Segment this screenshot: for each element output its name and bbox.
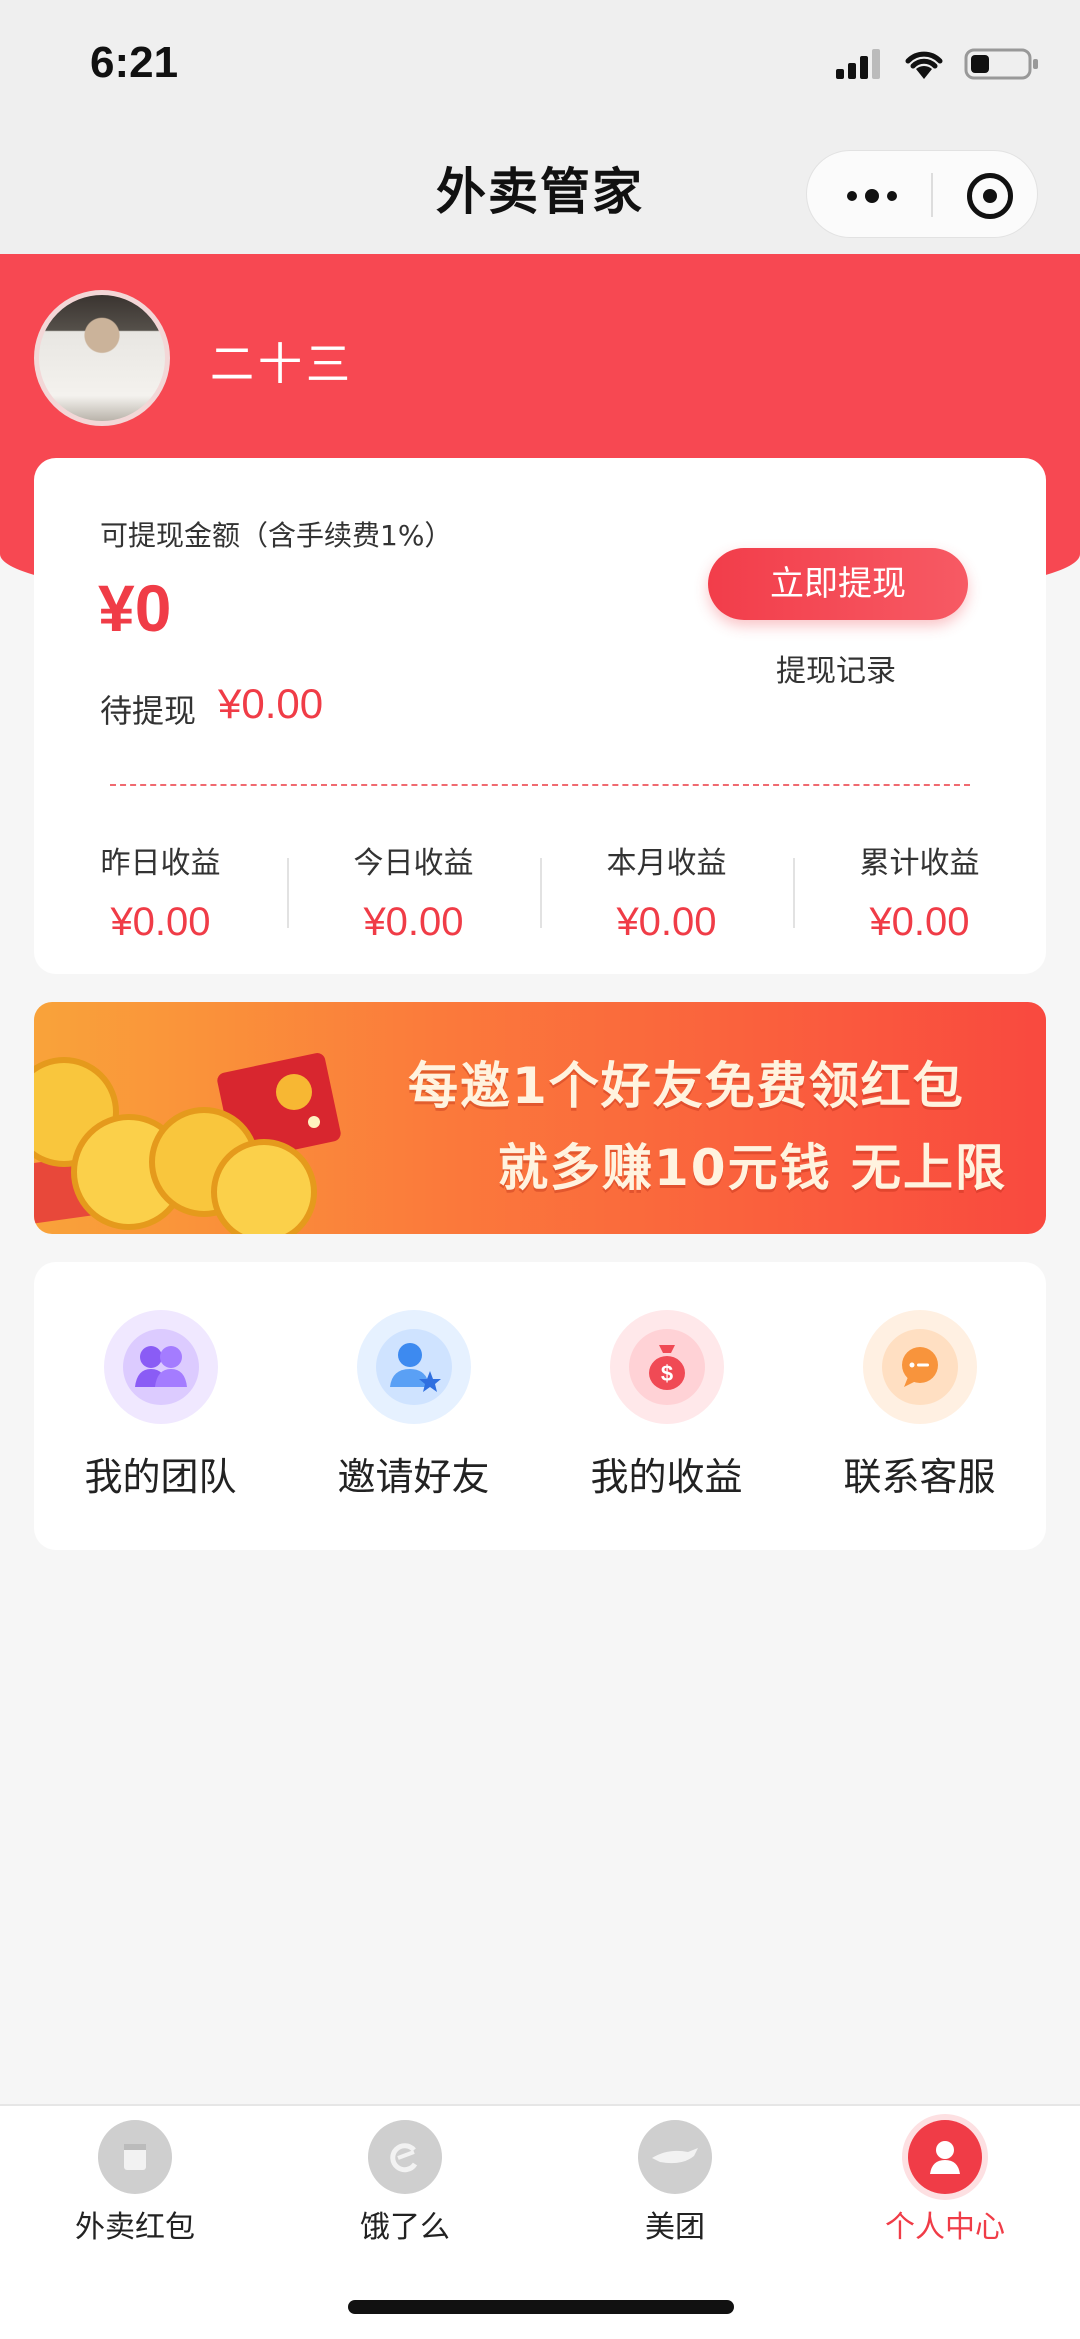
stat-value: ¥0.00 — [616, 900, 717, 944]
tab-label: 个人中心 — [885, 2210, 1005, 2245]
withdrawable-label: 可提现金额（含手续费1%） — [100, 519, 453, 552]
eleme-icon — [368, 2120, 442, 2194]
banner-headline: 每邀1个好友免费领红包 — [408, 1057, 965, 1115]
wifi-icon — [905, 51, 943, 79]
status-time: 6:21 — [90, 38, 179, 87]
tab-label: 饿了么 — [360, 2210, 450, 2245]
withdrawable-amount: ¥0 — [98, 571, 172, 645]
stat-today: 今日收益 ¥0.00 — [287, 838, 540, 958]
stat-value: ¥0.00 — [869, 900, 970, 944]
svg-text:$: $ — [660, 1361, 672, 1386]
status-bar: 6:21 — [0, 0, 1080, 130]
stat-label: 昨日收益 — [100, 846, 221, 881]
stat-month: 本月收益 ¥0.00 — [540, 838, 793, 958]
nav-bar: 外卖管家 — [0, 130, 1080, 254]
capsule-divider — [931, 173, 933, 217]
stat-value: ¥0.00 — [363, 900, 464, 944]
profile-icon — [908, 2120, 982, 2194]
close-mini-program-icon[interactable] — [967, 173, 1013, 219]
stat-label: 今日收益 — [353, 846, 474, 881]
tab-waimai-hongbao[interactable]: 外卖红包 — [0, 2106, 270, 2339]
stat-label: 本月收益 — [606, 846, 727, 881]
stat-value: ¥0.00 — [110, 900, 211, 944]
menu-label: 邀请好友 — [337, 1455, 490, 1499]
dashed-divider — [110, 784, 970, 786]
money-bag-icon: $ — [609, 1310, 724, 1424]
balance-card: 可提现金额（含手续费1%） ¥0 待提现 ¥0.00 立即提现 提现记录 昨日收… — [34, 458, 1046, 974]
feature-menu: 我的团队 邀请好友 $ 我的收益 联系客服 — [34, 1262, 1046, 1550]
banner-subline: 就多赚10元钱 无上限 — [498, 1139, 1007, 1197]
menu-item-team[interactable]: 我的团队 — [34, 1262, 287, 1550]
stat-yesterday: 昨日收益 ¥0.00 — [34, 838, 287, 958]
invite-friend-icon — [356, 1310, 471, 1424]
signal-icon — [836, 49, 880, 79]
menu-label: 我的收益 — [590, 1455, 743, 1499]
pending-value: ¥0.00 — [218, 680, 324, 727]
withdraw-button[interactable]: 立即提现 — [708, 548, 968, 620]
chat-icon — [862, 1310, 977, 1424]
menu-item-support[interactable]: 联系客服 — [793, 1262, 1046, 1550]
menu-item-earnings[interactable]: $ 我的收益 — [540, 1262, 793, 1550]
red-envelope-icon — [98, 2120, 172, 2194]
home-indicator — [348, 2300, 734, 2314]
avatar[interactable] — [34, 290, 170, 426]
meituan-icon — [638, 2120, 712, 2194]
tab-label: 外卖红包 — [75, 2210, 195, 2245]
invite-banner[interactable]: 每邀1个好友免费领红包 就多赚10元钱 无上限 — [34, 1002, 1046, 1234]
status-icons — [834, 46, 1040, 82]
coins-illustration-icon — [34, 1053, 341, 1234]
earnings-stats: 昨日收益 ¥0.00 今日收益 ¥0.00 本月收益 ¥0.00 累计收益 ¥0… — [34, 838, 1046, 958]
menu-item-invite[interactable]: 邀请好友 — [287, 1262, 540, 1550]
battery-icon — [964, 48, 1038, 80]
more-icon[interactable] — [847, 189, 897, 203]
pending-label: 待提现 — [100, 692, 197, 730]
stat-label: 累计收益 — [859, 846, 980, 881]
withdraw-record-link[interactable]: 提现记录 — [776, 646, 896, 690]
tab-label: 美团 — [645, 2210, 705, 2245]
team-icon — [103, 1310, 218, 1424]
username: 二十三 — [210, 339, 354, 390]
tab-profile[interactable]: 个人中心 — [810, 2106, 1080, 2339]
mini-program-capsule — [806, 150, 1038, 238]
menu-label: 我的团队 — [84, 1455, 237, 1499]
menu-label: 联系客服 — [843, 1455, 996, 1499]
stat-total: 累计收益 ¥0.00 — [793, 838, 1046, 958]
